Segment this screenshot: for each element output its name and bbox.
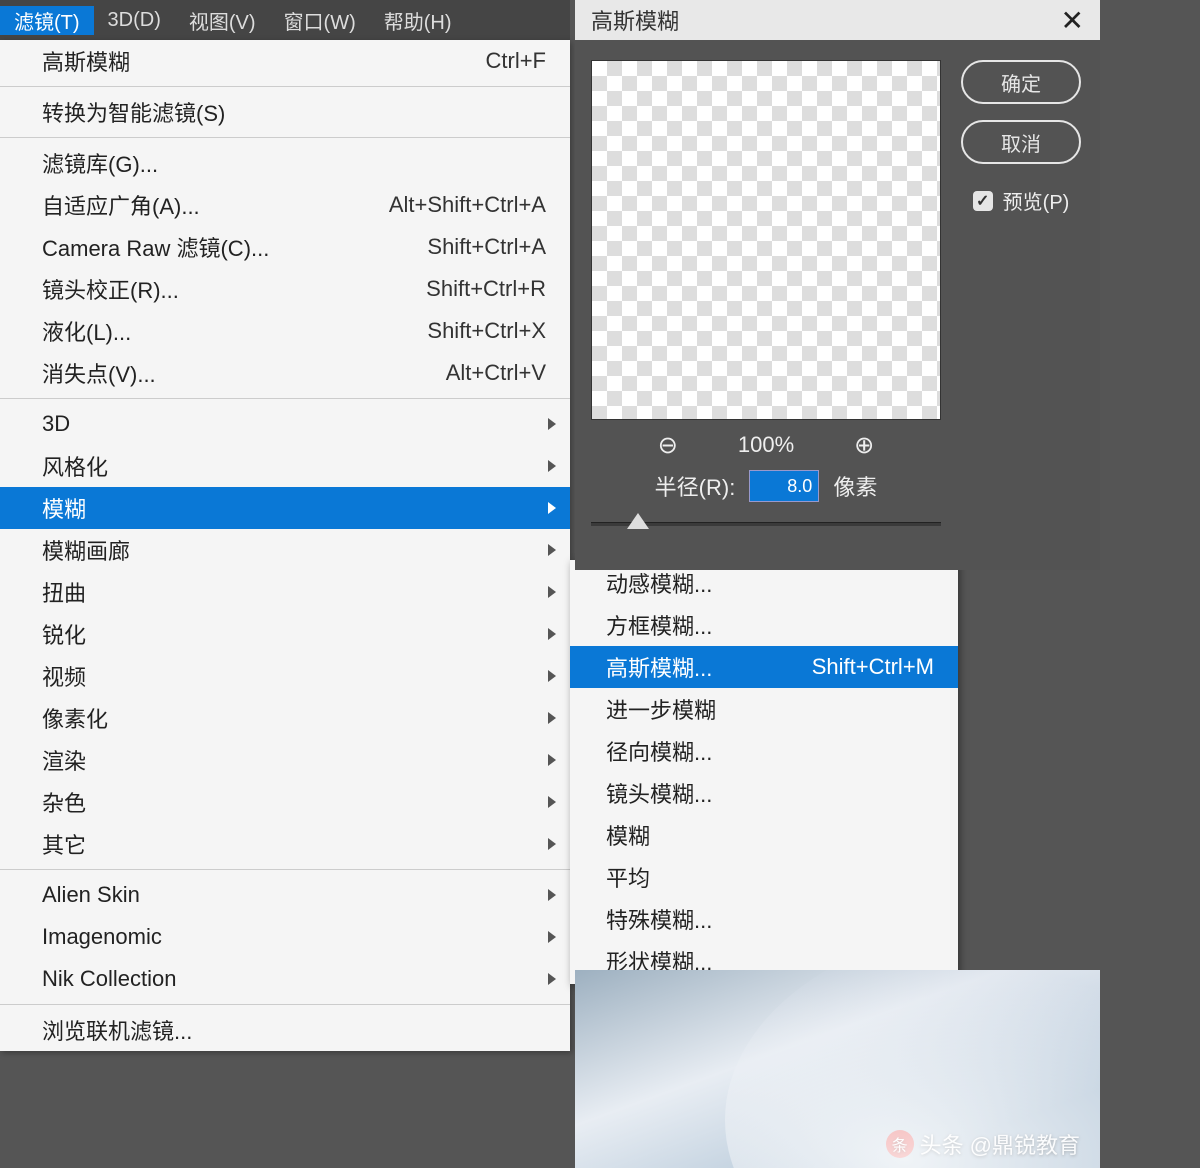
menu-nik-collection[interactable]: Nik Collection [0, 958, 570, 1000]
menu-video[interactable]: 视频 [0, 655, 570, 697]
menu-item-label: 转换为智能滤镜(S) [42, 96, 225, 128]
watermark-text: @鼎锐教育 [970, 1128, 1080, 1160]
separator [0, 86, 570, 87]
chevron-right-icon [548, 889, 556, 901]
chevron-right-icon [548, 838, 556, 850]
submenu-smart-blur[interactable]: 特殊模糊... [570, 898, 958, 940]
chevron-right-icon [548, 460, 556, 472]
menu-lens-correction[interactable]: 镜头校正(R)...Shift+Ctrl+R [0, 268, 570, 310]
submenu-gaussian-blur[interactable]: 高斯模糊...Shift+Ctrl+M [570, 646, 958, 688]
separator [0, 398, 570, 399]
chevron-right-icon [548, 931, 556, 943]
zoom-in-icon[interactable]: ⊕ [854, 431, 874, 460]
radius-input[interactable] [749, 470, 819, 502]
preview-label: 预览(P) [1003, 186, 1070, 215]
menu-pixelate[interactable]: 像素化 [0, 697, 570, 739]
menu-alien-skin[interactable]: Alien Skin [0, 874, 570, 916]
radius-unit: 像素 [833, 470, 877, 502]
menu-camera-raw[interactable]: Camera Raw 滤镜(C)...Shift+Ctrl+A [0, 226, 570, 268]
preview-canvas[interactable] [591, 60, 941, 420]
close-icon[interactable]: ✕ [1061, 4, 1084, 37]
menu-imagenomic[interactable]: Imagenomic [0, 916, 570, 958]
gaussian-blur-dialog: 高斯模糊 ✕ ⊖ 100% ⊕ 半径(R): 像素 确定 取消 [575, 0, 1100, 570]
menu-filter-gallery[interactable]: 滤镜库(G)... [0, 142, 570, 184]
menu-render[interactable]: 渲染 [0, 739, 570, 781]
watermark-prefix: 头条 [920, 1128, 964, 1160]
menu-distort[interactable]: 扭曲 [0, 571, 570, 613]
submenu-radial-blur[interactable]: 径向模糊... [570, 730, 958, 772]
menu-help[interactable]: 帮助(H) [370, 6, 466, 35]
chevron-right-icon [548, 712, 556, 724]
dialog-title: 高斯模糊 [591, 4, 679, 36]
menu-smart-filter[interactable]: 转换为智能滤镜(S) [0, 91, 570, 133]
menu-browse-online[interactable]: 浏览联机滤镜... [0, 1009, 570, 1051]
menu-3d[interactable]: 3D(D) [94, 9, 175, 32]
separator [0, 137, 570, 138]
menubar: 滤镜(T) 3D(D) 视图(V) 窗口(W) 帮助(H) [0, 0, 570, 40]
filter-dropdown: 高斯模糊 Ctrl+F 转换为智能滤镜(S) 滤镜库(G)... 自适应广角(A… [0, 40, 570, 1051]
preview-checkbox[interactable]: ✓ [973, 191, 993, 211]
background-image: 条 头条 @鼎锐教育 [575, 970, 1100, 1168]
menu-item-label: 高斯模糊 [42, 45, 130, 77]
menu-window[interactable]: 窗口(W) [270, 6, 370, 35]
menu-3d-sub[interactable]: 3D [0, 403, 570, 445]
chevron-right-icon [548, 796, 556, 808]
watermark: 条 头条 @鼎锐教育 [886, 1128, 1080, 1160]
dialog-titlebar[interactable]: 高斯模糊 ✕ [575, 0, 1100, 40]
menu-vanishing-point[interactable]: 消失点(V)...Alt+Ctrl+V [0, 352, 570, 394]
chevron-right-icon [548, 586, 556, 598]
menu-noise[interactable]: 杂色 [0, 781, 570, 823]
chevron-right-icon [548, 502, 556, 514]
chevron-right-icon [548, 973, 556, 985]
zoom-out-icon[interactable]: ⊖ [658, 431, 678, 460]
menu-stylize[interactable]: 风格化 [0, 445, 570, 487]
menu-filter[interactable]: 滤镜(T) [0, 6, 94, 35]
menu-blur[interactable]: 模糊 [0, 487, 570, 529]
slider-handle-icon[interactable] [627, 513, 649, 529]
submenu-box-blur[interactable]: 方框模糊... [570, 604, 958, 646]
chevron-right-icon [548, 628, 556, 640]
cancel-button[interactable]: 取消 [961, 120, 1081, 164]
menu-item-shortcut: Ctrl+F [486, 48, 547, 74]
chevron-right-icon [548, 754, 556, 766]
submenu-lens-blur[interactable]: 镜头模糊... [570, 772, 958, 814]
menu-sharpen[interactable]: 锐化 [0, 613, 570, 655]
submenu-blur[interactable]: 模糊 [570, 814, 958, 856]
radius-slider[interactable] [591, 510, 941, 540]
menu-adaptive-wide-angle[interactable]: 自适应广角(A)...Alt+Shift+Ctrl+A [0, 184, 570, 226]
separator [0, 869, 570, 870]
chevron-right-icon [548, 418, 556, 430]
menu-view[interactable]: 视图(V) [175, 6, 270, 35]
separator [0, 1004, 570, 1005]
zoom-level: 100% [738, 432, 794, 458]
menu-other[interactable]: 其它 [0, 823, 570, 865]
menu-liquify[interactable]: 液化(L)...Shift+Ctrl+X [0, 310, 570, 352]
menu-recent-filter[interactable]: 高斯模糊 Ctrl+F [0, 40, 570, 82]
ok-button[interactable]: 确定 [961, 60, 1081, 104]
menu-blur-gallery[interactable]: 模糊画廊 [0, 529, 570, 571]
chevron-right-icon [548, 544, 556, 556]
submenu-blur-more[interactable]: 进一步模糊 [570, 688, 958, 730]
watermark-logo-icon: 条 [886, 1130, 914, 1158]
chevron-right-icon [548, 670, 556, 682]
submenu-average[interactable]: 平均 [570, 856, 958, 898]
blur-submenu: 动感模糊... 方框模糊... 高斯模糊...Shift+Ctrl+M 进一步模… [570, 560, 958, 984]
radius-label: 半径(R): [655, 470, 736, 502]
